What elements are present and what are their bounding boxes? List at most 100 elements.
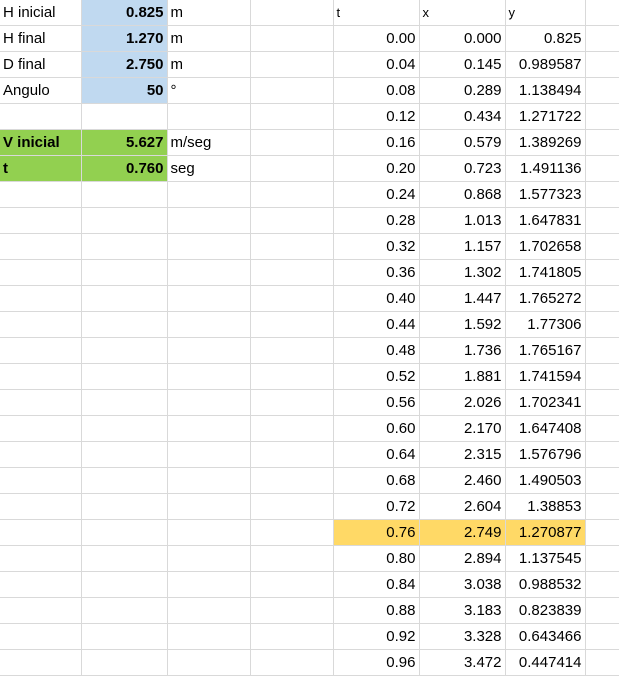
empty-cell[interactable] xyxy=(167,441,251,468)
empty-cell[interactable] xyxy=(250,285,334,312)
time-cell[interactable]: 0.16 xyxy=(333,129,420,156)
param-label-cell[interactable]: H final xyxy=(0,25,82,52)
param-value-cell[interactable]: 50 xyxy=(81,77,168,104)
empty-cell[interactable] xyxy=(585,519,619,546)
empty-cell[interactable] xyxy=(585,311,619,338)
empty-cell[interactable] xyxy=(0,571,82,598)
empty-cell[interactable] xyxy=(0,467,82,494)
empty-cell[interactable] xyxy=(585,103,619,130)
empty-cell[interactable] xyxy=(250,233,334,260)
param-unit-cell[interactable]: m xyxy=(167,51,251,78)
empty-cell[interactable] xyxy=(0,597,82,624)
empty-cell[interactable] xyxy=(250,103,334,130)
empty-cell[interactable] xyxy=(585,441,619,468)
time-cell[interactable]: 0.32 xyxy=(333,233,420,260)
empty-cell[interactable] xyxy=(81,493,168,520)
param-label-cell[interactable]: Angulo xyxy=(0,77,82,104)
time-cell[interactable]: 0.44 xyxy=(333,311,420,338)
empty-cell[interactable] xyxy=(167,519,251,546)
y-cell[interactable]: 1.38853 xyxy=(505,493,586,520)
empty-cell[interactable] xyxy=(167,311,251,338)
empty-cell[interactable] xyxy=(167,337,251,364)
empty-cell[interactable] xyxy=(250,519,334,546)
empty-cell[interactable] xyxy=(0,493,82,520)
time-cell[interactable]: 0.72 xyxy=(333,493,420,520)
y-cell[interactable]: 1.702658 xyxy=(505,233,586,260)
empty-cell[interactable] xyxy=(585,155,619,182)
empty-cell[interactable] xyxy=(250,441,334,468)
result-value-cell[interactable]: 0.760 xyxy=(81,155,168,182)
empty-cell[interactable] xyxy=(167,389,251,416)
param-unit-cell[interactable]: m xyxy=(167,25,251,52)
empty-cell[interactable] xyxy=(0,337,82,364)
x-cell[interactable]: 2.604 xyxy=(419,493,506,520)
empty-cell[interactable] xyxy=(81,285,168,312)
empty-cell[interactable] xyxy=(250,155,334,182)
time-cell[interactable]: 0.92 xyxy=(333,623,420,650)
empty-cell[interactable] xyxy=(0,207,82,234)
time-cell[interactable]: 0.24 xyxy=(333,181,420,208)
empty-cell[interactable] xyxy=(81,441,168,468)
empty-cell[interactable] xyxy=(250,545,334,572)
y-cell[interactable]: 1.702341 xyxy=(505,389,586,416)
x-cell[interactable]: 1.881 xyxy=(419,363,506,390)
param-value-cell[interactable]: 1.270 xyxy=(81,25,168,52)
param-label-cell[interactable]: D final xyxy=(0,51,82,78)
x-cell[interactable]: 1.013 xyxy=(419,207,506,234)
empty-cell[interactable] xyxy=(250,0,334,26)
result-label-cell[interactable]: t xyxy=(0,155,82,182)
empty-cell[interactable] xyxy=(81,545,168,572)
empty-cell[interactable] xyxy=(167,597,251,624)
empty-cell[interactable] xyxy=(81,623,168,650)
empty-cell[interactable] xyxy=(0,311,82,338)
empty-cell[interactable] xyxy=(0,363,82,390)
empty-cell[interactable] xyxy=(250,181,334,208)
empty-cell[interactable] xyxy=(81,207,168,234)
x-cell[interactable]: 0.289 xyxy=(419,77,506,104)
empty-cell[interactable] xyxy=(81,571,168,598)
empty-cell[interactable] xyxy=(0,623,82,650)
empty-cell[interactable] xyxy=(0,103,82,130)
empty-cell[interactable] xyxy=(167,493,251,520)
empty-cell[interactable] xyxy=(250,259,334,286)
column-header-x[interactable]: x xyxy=(419,0,506,26)
empty-cell[interactable] xyxy=(0,285,82,312)
param-unit-cell[interactable]: m xyxy=(167,0,251,26)
time-cell[interactable]: 0.00 xyxy=(333,25,420,52)
empty-cell[interactable] xyxy=(585,129,619,156)
empty-cell[interactable] xyxy=(585,77,619,104)
empty-cell[interactable] xyxy=(167,545,251,572)
result-value-cell[interactable]: 5.627 xyxy=(81,129,168,156)
x-cell[interactable]: 1.592 xyxy=(419,311,506,338)
y-cell[interactable]: 1.491136 xyxy=(505,155,586,182)
y-cell[interactable]: 1.647408 xyxy=(505,415,586,442)
x-cell[interactable]: 0.723 xyxy=(419,155,506,182)
empty-cell[interactable] xyxy=(250,311,334,338)
y-cell[interactable]: 1.138494 xyxy=(505,77,586,104)
empty-cell[interactable] xyxy=(167,233,251,260)
empty-cell[interactable] xyxy=(81,259,168,286)
empty-cell[interactable] xyxy=(0,519,82,546)
time-cell[interactable]: 0.48 xyxy=(333,337,420,364)
empty-cell[interactable] xyxy=(250,597,334,624)
empty-cell[interactable] xyxy=(250,77,334,104)
y-cell[interactable]: 0.825 xyxy=(505,25,586,52)
time-cell[interactable]: 0.68 xyxy=(333,467,420,494)
x-cell[interactable]: 1.447 xyxy=(419,285,506,312)
empty-cell[interactable] xyxy=(250,415,334,442)
empty-cell[interactable] xyxy=(81,181,168,208)
x-cell[interactable]: 0.145 xyxy=(419,51,506,78)
y-cell[interactable]: 0.989587 xyxy=(505,51,586,78)
empty-cell[interactable] xyxy=(585,363,619,390)
time-cell[interactable]: 0.76 xyxy=(333,519,420,546)
empty-cell[interactable] xyxy=(81,337,168,364)
empty-cell[interactable] xyxy=(167,363,251,390)
empty-cell[interactable] xyxy=(585,545,619,572)
empty-cell[interactable] xyxy=(585,259,619,286)
empty-cell[interactable] xyxy=(585,571,619,598)
y-cell[interactable]: 1.77306 xyxy=(505,311,586,338)
x-cell[interactable]: 0.000 xyxy=(419,25,506,52)
y-cell[interactable]: 1.647831 xyxy=(505,207,586,234)
x-cell[interactable]: 0.579 xyxy=(419,129,506,156)
empty-cell[interactable] xyxy=(250,207,334,234)
